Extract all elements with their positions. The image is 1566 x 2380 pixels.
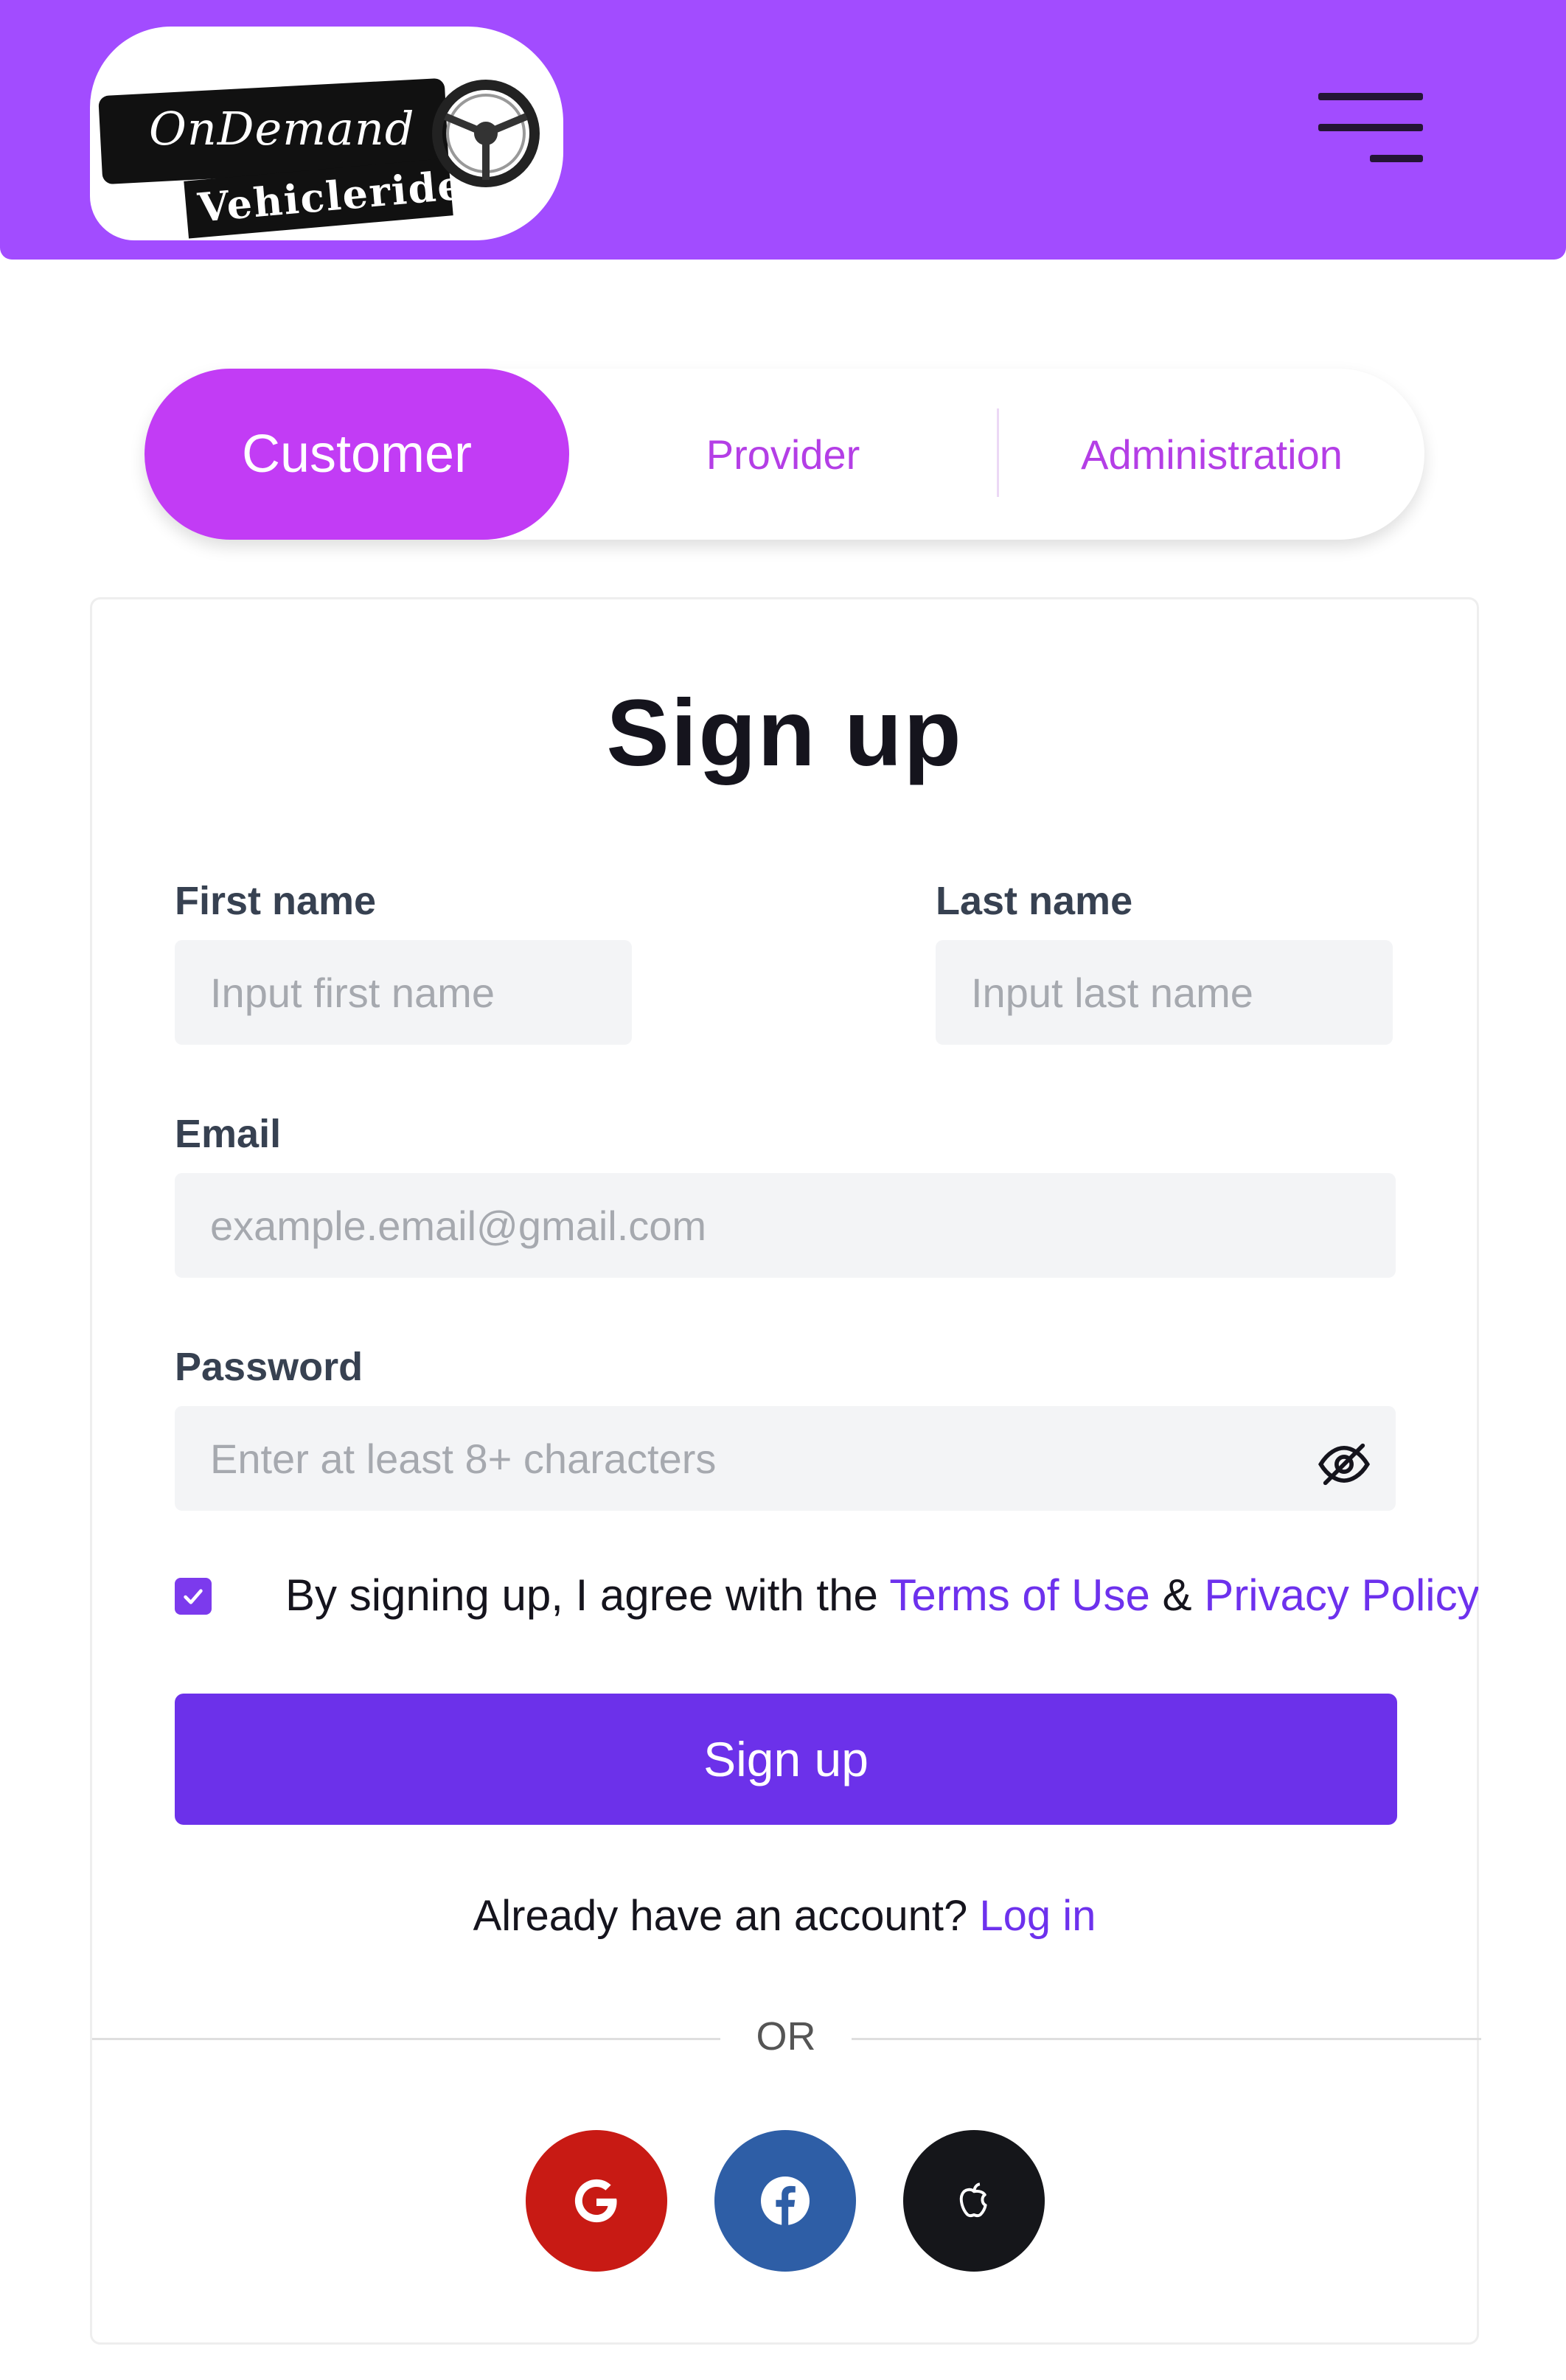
email-input[interactable]: [175, 1173, 1396, 1278]
agreement-amp: &: [1149, 1570, 1205, 1620]
apple-icon: [959, 2182, 987, 2218]
first-name-label: First name: [175, 879, 377, 923]
agreement-prefix: By signing up, I agree with the: [285, 1570, 890, 1620]
divider-right: [852, 2038, 1481, 2040]
steering-wheel-icon: [432, 80, 540, 187]
apple-signin-button[interactable]: [903, 2130, 1045, 2272]
google-icon: [574, 2179, 617, 2223]
hamburger-menu-icon: [1318, 93, 1423, 100]
last-name-input[interactable]: [936, 940, 1393, 1045]
privacy-policy-link[interactable]: Privacy Policy: [1204, 1570, 1478, 1620]
password-input[interactable]: [175, 1406, 1396, 1511]
terms-of-use-link[interactable]: Terms of Use: [889, 1570, 1149, 1620]
or-divider-label: OR: [756, 2014, 816, 2059]
logo-text-line1: OnDemand: [149, 102, 415, 156]
tab-administration[interactable]: Administration: [999, 369, 1424, 540]
menu-line-middle: [1318, 124, 1423, 131]
brand-logo[interactable]: OnDemand Vehicleride: [90, 27, 563, 240]
email-label: Email: [175, 1112, 282, 1156]
password-label: Password: [175, 1345, 363, 1389]
first-name-input[interactable]: [175, 940, 632, 1045]
agreement-text: By signing up, I agree with the Terms of…: [285, 1570, 1478, 1621]
last-name-label: Last name: [936, 879, 1133, 923]
login-prompt: Already have an account? Log in: [92, 1891, 1477, 1941]
tab-customer[interactable]: Customer: [145, 369, 569, 540]
login-link[interactable]: Log in: [979, 1892, 1096, 1940]
eye-off-icon[interactable]: [1316, 1436, 1372, 1492]
signup-button[interactable]: Sign up: [175, 1694, 1397, 1825]
agree-checkbox[interactable]: [175, 1578, 212, 1615]
signup-card: Sign up First name Last name Email Passw…: [90, 597, 1481, 2345]
login-prompt-text: Already have an account?: [473, 1892, 980, 1940]
facebook-icon: [761, 2177, 810, 2225]
check-icon: [184, 1589, 203, 1604]
facebook-signin-button[interactable]: [714, 2130, 856, 2272]
menu-line-bottom: [1370, 155, 1423, 162]
tab-provider[interactable]: Provider: [569, 369, 997, 540]
google-signin-button[interactable]: [526, 2130, 667, 2272]
hamburger-menu-button[interactable]: [1311, 87, 1423, 170]
app-header: OnDemand Vehicleride: [0, 0, 1566, 260]
role-tabs: Customer Provider Administration: [145, 369, 1424, 540]
divider-left: [92, 2038, 720, 2040]
page-title: Sign up: [606, 681, 963, 786]
